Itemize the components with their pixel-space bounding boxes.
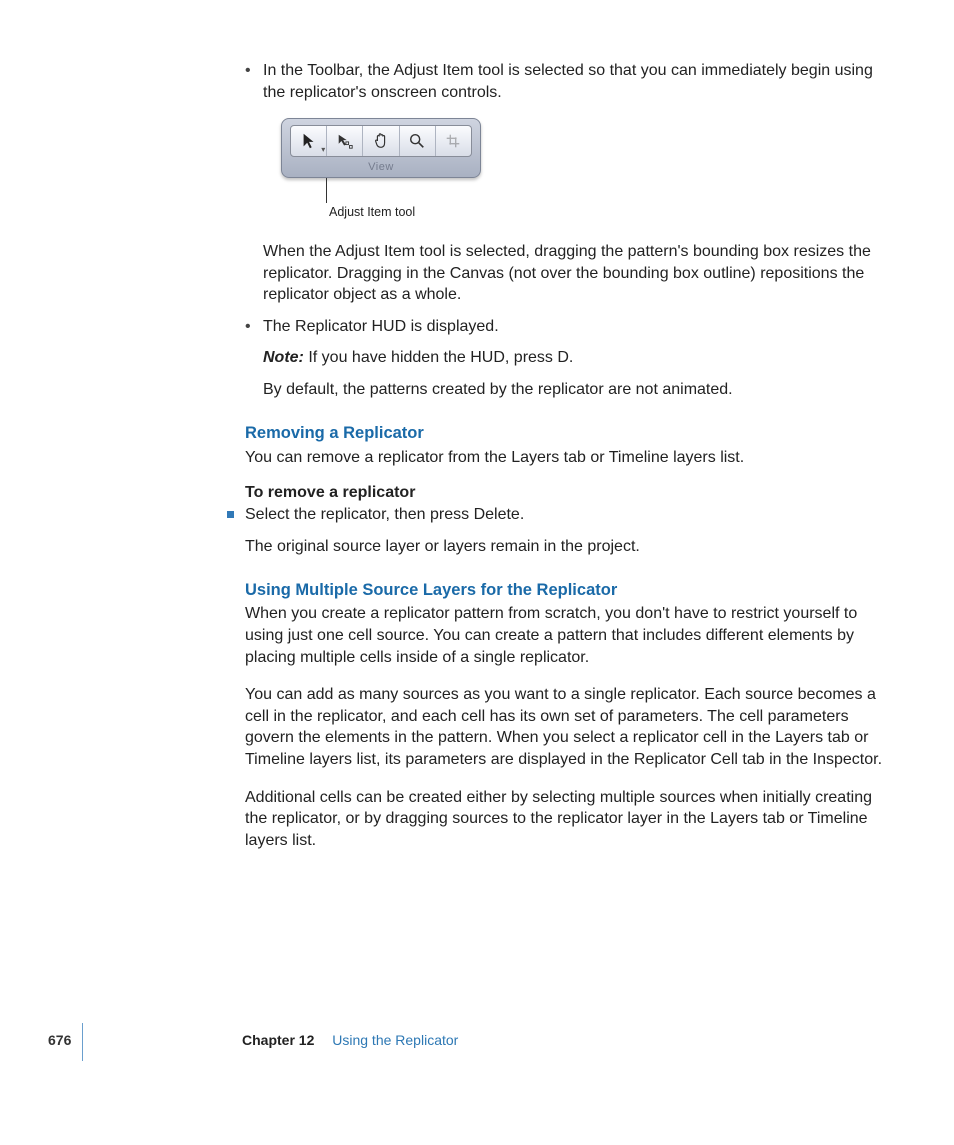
- toolbar-figure: ▾: [281, 118, 895, 221]
- section-heading-multisource: Using Multiple Source Layers for the Rep…: [245, 579, 895, 601]
- page-number: 676: [48, 1032, 71, 1048]
- note-text: If you have hidden the HUD, press D.: [304, 349, 573, 366]
- body-text: When you create a replicator pattern fro…: [245, 603, 895, 668]
- magnifier-icon: [408, 132, 426, 150]
- toolbar-panel: ▾: [281, 118, 481, 178]
- footer-rule: [82, 1023, 83, 1061]
- chapter-label: Chapter 12: [242, 1032, 314, 1048]
- note-label: Note:: [263, 349, 304, 366]
- body-text: By default, the patterns created by the …: [263, 379, 895, 401]
- list-item: The Replicator HUD is displayed. Note: I…: [245, 316, 895, 401]
- body-text: The original source layer or layers rema…: [245, 536, 895, 558]
- bullet-list: In the Toolbar, the Adjust Item tool is …: [245, 60, 895, 400]
- list-item: In the Toolbar, the Adjust Item tool is …: [245, 60, 895, 306]
- page: In the Toolbar, the Adjust Item tool is …: [0, 0, 954, 1085]
- arrow-icon: [300, 132, 318, 150]
- step-item: Select the replicator, then press Delete…: [227, 504, 895, 526]
- chapter-title: Using the Replicator: [332, 1032, 458, 1048]
- adjust-item-icon: [336, 132, 354, 150]
- body-text: In the Toolbar, the Adjust Item tool is …: [263, 62, 873, 101]
- note-paragraph: Note: If you have hidden the HUD, press …: [263, 347, 895, 369]
- step-text: Select the replicator, then press Delete…: [245, 506, 524, 523]
- body-text: Additional cells can be created either b…: [245, 787, 895, 852]
- callout-line: [326, 178, 327, 203]
- adjust-item-tool-button[interactable]: [327, 126, 363, 156]
- body-text: You can remove a replicator from the Lay…: [245, 447, 895, 469]
- toolbar-view-label: View: [290, 160, 472, 175]
- body-column: In the Toolbar, the Adjust Item tool is …: [245, 60, 895, 851]
- section-heading-removing: Removing a Replicator: [245, 422, 895, 444]
- callout-caption: Adjust Item tool: [329, 204, 895, 221]
- body-text: When the Adjust Item tool is selected, d…: [263, 241, 895, 306]
- body-text: You can add as many sources as you want …: [245, 684, 895, 770]
- crop-icon: [444, 132, 462, 150]
- arrow-tool-button[interactable]: ▾: [291, 126, 327, 156]
- hand-icon: [372, 132, 390, 150]
- crop-tool-button[interactable]: [436, 126, 471, 156]
- body-text: The Replicator HUD is displayed.: [263, 318, 499, 335]
- zoom-tool-button[interactable]: [400, 126, 436, 156]
- toolbar-button-row: ▾: [290, 125, 472, 157]
- howto-heading: To remove a replicator: [245, 482, 895, 504]
- pan-tool-button[interactable]: [363, 126, 399, 156]
- chapter-reference: Chapter 12 Using the Replicator: [242, 1032, 458, 1048]
- chevron-down-icon: ▾: [321, 145, 325, 156]
